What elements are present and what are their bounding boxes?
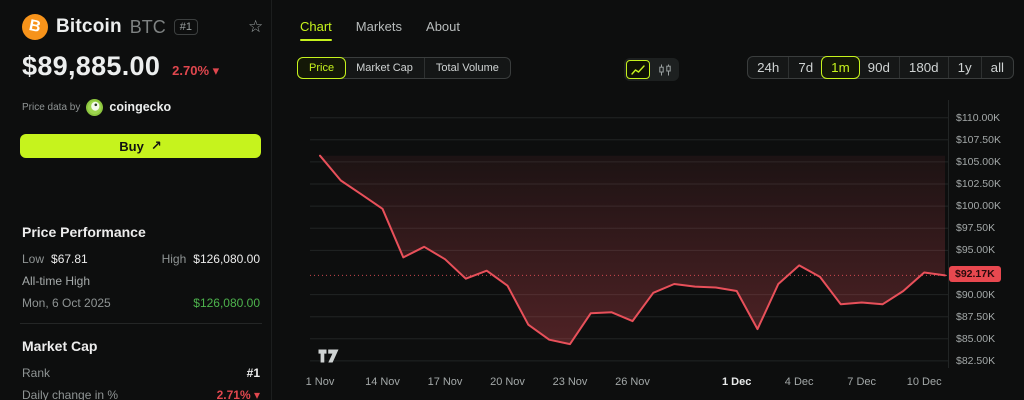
x-axis-label: 26 Nov: [615, 376, 650, 388]
range-180d[interactable]: 180d: [898, 57, 948, 78]
line-chart-icon: [631, 64, 645, 75]
rank-label: Rank: [22, 366, 51, 380]
ath-value: $126,080.00: [193, 296, 260, 310]
y-axis-label: $105.00K: [956, 155, 1001, 168]
daily-change-row: Daily change in % 2.71% ▾: [22, 388, 260, 400]
range-24h[interactable]: 24h: [748, 57, 788, 78]
y-axis-label: $100.00K: [956, 200, 1001, 213]
tab-chart[interactable]: Chart: [300, 19, 332, 41]
favorite-star-icon[interactable]: ☆: [242, 16, 269, 38]
y-axis-label: $87.50K: [956, 310, 996, 323]
range-1y[interactable]: 1y: [947, 57, 981, 78]
y-axis-label: $95.00K: [956, 244, 996, 257]
metric-option-price[interactable]: Price: [297, 57, 347, 79]
metric-option-market-cap[interactable]: Market Cap: [345, 58, 424, 78]
x-axis-label: 23 Nov: [552, 376, 588, 388]
buy-arrow-icon: ↗: [150, 138, 162, 153]
price-row: $89,885.00 2.70% ▾: [22, 51, 219, 82]
down-arrow-icon: ▾: [212, 63, 220, 78]
x-axis-label: 7 Dec: [847, 376, 877, 388]
tradingview-icon[interactable]: [318, 349, 339, 368]
provider-name: coingecko: [109, 100, 172, 114]
ath-value-row: Mon, 6 Oct 2025 $126,080.00: [22, 296, 260, 310]
low-label: Low: [22, 252, 45, 266]
buy-button[interactable]: Buy ↗: [20, 134, 261, 158]
rank-value: #1: [246, 366, 260, 380]
ath-label: All-time High: [22, 274, 91, 288]
range-toggle: 24h 7d 1m 90d 180d 1y all: [747, 56, 1014, 79]
x-axis-label: 10 Dec: [906, 376, 942, 388]
high-label: High: [161, 252, 187, 266]
low-high-row: Low $67.81 High $126,080.00: [22, 252, 260, 266]
range-all[interactable]: all: [980, 57, 1013, 78]
tab-markets[interactable]: Markets: [356, 19, 402, 41]
ath-date: Mon, 6 Oct 2025: [22, 296, 111, 310]
metric-option-total-volume[interactable]: Total Volume: [423, 58, 510, 78]
low-value: $67.81: [51, 252, 88, 266]
y-axis-separator: [948, 100, 949, 368]
high-value: $126,080.00: [193, 252, 260, 266]
x-axis-label: 4 Dec: [784, 376, 814, 388]
daily-change-value: 2.71% ▾: [216, 388, 260, 400]
price-performance-title: Price Performance: [22, 224, 146, 240]
x-axis-label: 14 Nov: [365, 376, 400, 388]
price-change: 2.70% ▾: [172, 63, 220, 78]
y-axis-label: $110.00K: [956, 111, 1001, 124]
tab-about[interactable]: About: [426, 19, 460, 41]
section-divider: [20, 323, 262, 324]
bitcoin-icon: B: [22, 14, 48, 40]
current-price: $89,885.00: [22, 51, 161, 81]
coin-summary-panel: B Bitcoin BTC #1 ☆ $89,885.00 2.70% ▾ Pr…: [0, 0, 272, 400]
down-arrow-icon: ▾: [253, 388, 260, 400]
attribution-prefix: Price data by: [22, 101, 81, 113]
range-1m[interactable]: 1m: [821, 56, 860, 79]
coingecko-icon: [86, 98, 104, 116]
range-7d[interactable]: 7d: [788, 57, 822, 78]
coin-header: B Bitcoin BTC #1: [22, 14, 199, 40]
range-90d[interactable]: 90d: [859, 57, 899, 78]
y-axis-label: $90.00K: [956, 288, 996, 301]
y-axis-label: $82.50K: [956, 354, 996, 367]
candlestick-toggle-button[interactable]: [653, 60, 677, 79]
y-axis-label: $85.00K: [956, 332, 996, 345]
tab-bar: Chart Markets About: [300, 19, 460, 41]
rank-badge: #1: [173, 19, 199, 35]
metric-toggle: Price Market Cap Total Volume: [297, 57, 511, 79]
market-cap-title: Market Cap: [22, 338, 98, 354]
price-line-chart[interactable]: [310, 100, 948, 368]
current-price-label: $92.17K: [949, 266, 1001, 283]
line-chart-toggle-button[interactable]: [626, 60, 650, 79]
y-axis-label: $102.50K: [956, 178, 1001, 191]
candlestick-icon: [659, 64, 671, 75]
y-axis-label: $97.50K: [956, 222, 996, 235]
x-axis-label: 1 Nov: [305, 376, 335, 388]
chart-type-toggle: [624, 58, 679, 81]
data-attribution: Price data by coingecko: [22, 98, 171, 116]
y-axis-label: $107.50K: [956, 133, 1001, 146]
rank-row: Rank #1: [22, 366, 260, 380]
ath-label-row: All-time High: [22, 274, 260, 288]
x-axis-label: 17 Nov: [427, 376, 463, 388]
coin-name: Bitcoin: [56, 16, 122, 37]
x-axis-label: 1 Dec: [721, 376, 752, 388]
chart-svg: [310, 117, 948, 362]
daily-change-label: Daily change in %: [22, 388, 119, 400]
crypto-price-widget: B Bitcoin BTC #1 ☆ $89,885.00 2.70% ▾ Pr…: [0, 0, 1024, 400]
coin-symbol: BTC: [129, 16, 166, 37]
x-axis-label: 20 Nov: [490, 376, 525, 388]
